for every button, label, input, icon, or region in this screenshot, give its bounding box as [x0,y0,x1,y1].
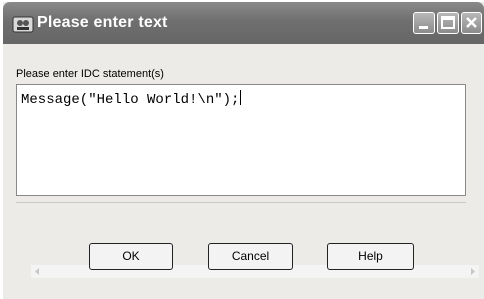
minimize-icon [419,26,428,29]
title-bar[interactable]: Please enter text [3,2,484,44]
idc-statement-text: Message("Hello World!\n"); [21,92,240,108]
ida-app-icon [12,16,34,33]
dialog-window: Please enter text Please enter IDC state… [3,2,484,299]
dialog-divider [16,202,466,203]
idc-statement-textarea[interactable]: Message("Hello World!\n"); [16,84,479,278]
help-button[interactable]: Help [327,243,414,270]
window-title: Please enter text [37,14,168,31]
idc-statement-label: Please enter IDC statement(s) [16,68,164,80]
close-button[interactable] [461,12,482,34]
ok-button[interactable]: OK [89,243,173,270]
maximize-button[interactable] [437,12,459,34]
maximize-icon [441,16,455,29]
close-icon [466,17,477,28]
cancel-button[interactable]: Cancel [208,243,293,270]
minimize-button[interactable] [413,12,435,34]
text-caret [240,90,242,105]
